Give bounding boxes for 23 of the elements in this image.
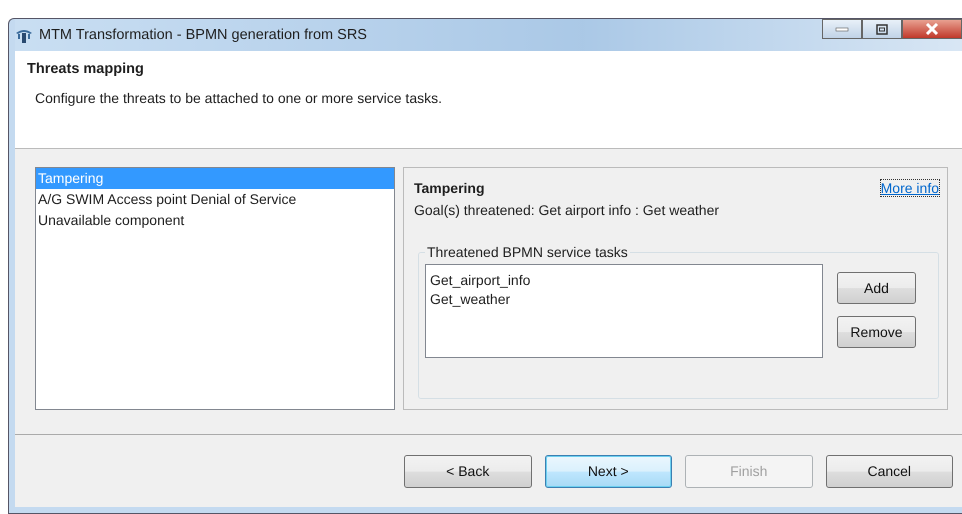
close-button[interactable] (902, 19, 962, 39)
threat-item[interactable]: A/G SWIM Access point Denial of Service (36, 189, 394, 210)
window-title: MTM Transformation - BPMN generation from SRS (39, 27, 367, 43)
task-button[interactable]: Add (837, 272, 916, 304)
threat-item[interactable]: Unavailable component (36, 210, 394, 231)
task-item[interactable]: Get_weather (430, 290, 818, 309)
more-info-link[interactable]: More info (880, 180, 939, 196)
minimize-button[interactable] (822, 19, 862, 39)
wizard-button[interactable]: Cancel (826, 454, 953, 488)
minimize-icon (835, 26, 849, 32)
task-item[interactable]: Get_airport_info (430, 271, 818, 290)
page-description: Configure the threats to be attached to one or more service tasks. (35, 90, 443, 106)
wizard-button[interactable]: Next > (544, 454, 672, 488)
wizard-button[interactable]: < Back (404, 454, 532, 488)
app-icon (15, 27, 33, 43)
group-label: Threatened BPMN service tasks (426, 244, 629, 260)
page-title: Threats mapping (27, 61, 145, 77)
maximize-button[interactable] (862, 19, 902, 39)
goals-text: Goal(s) threatened: Get airport info : Get weather (414, 202, 720, 218)
maximize-icon (876, 24, 888, 34)
task-button[interactable]: Remove (837, 316, 916, 348)
threat-title: Tampering (414, 180, 485, 196)
close-icon (925, 23, 939, 35)
